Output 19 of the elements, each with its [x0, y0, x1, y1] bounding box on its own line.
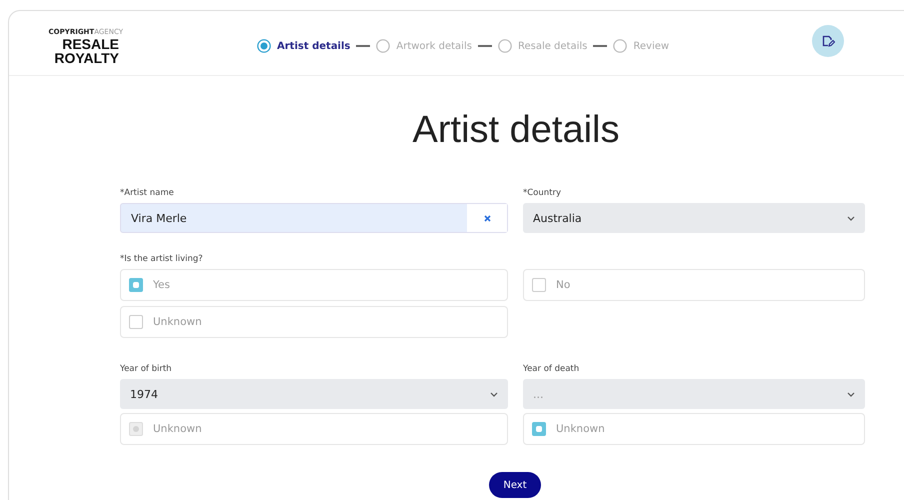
field-label: *Artist name — [120, 187, 175, 200]
checkbox-option[interactable]: No — [523, 269, 865, 301]
field-label: Year of birth — [120, 363, 173, 376]
checkbox-option[interactable]: Unknown — [120, 306, 508, 338]
checkbox-option[interactable]: Yes — [120, 269, 508, 301]
step-tab[interactable]: Review — [613, 39, 670, 53]
checkbox-option[interactable]: Unknown — [523, 413, 865, 445]
step-tab[interactable]: Resale details — [498, 39, 588, 53]
next-button[interactable]: Next — [489, 472, 541, 498]
select-field[interactable]: 1974 — [120, 379, 508, 409]
step-tab[interactable]: Artist details — [257, 39, 350, 53]
text-field[interactable]: Vira Merle — [120, 203, 508, 233]
step-tab[interactable]: Artwork details — [376, 39, 472, 53]
field-label: *Country — [523, 187, 562, 200]
select-field[interactable]: ... — [523, 379, 865, 409]
field-label: *Is the artist living? — [120, 253, 204, 266]
field-label: Year of death — [523, 363, 580, 376]
page-title: Artist details — [412, 108, 620, 153]
select-field[interactable]: Australia — [523, 203, 865, 233]
